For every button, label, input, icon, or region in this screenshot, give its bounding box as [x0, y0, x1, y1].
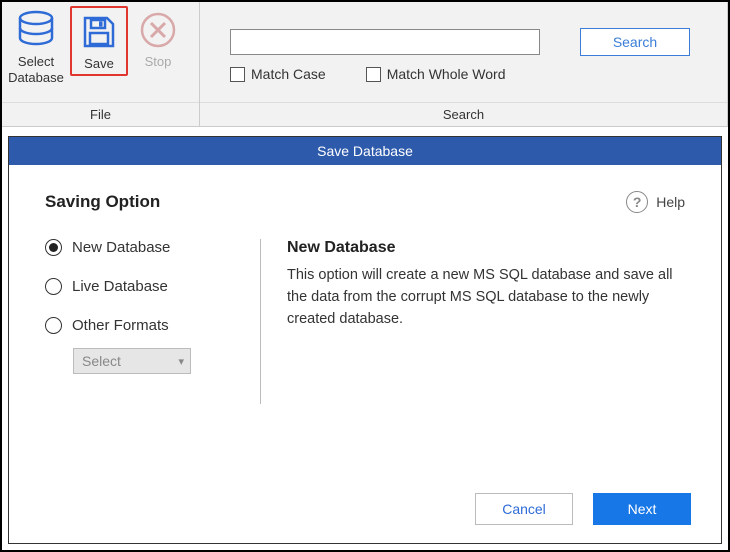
match-case-checkbox[interactable]: Match Case: [230, 66, 326, 82]
radio-label: Live Database: [72, 278, 168, 295]
search-input[interactable]: [230, 29, 540, 55]
select-database-label: Select Database: [4, 54, 68, 85]
search-button[interactable]: Search: [580, 28, 690, 56]
match-whole-checkbox[interactable]: Match Whole Word: [366, 66, 506, 82]
save-label: Save: [84, 56, 114, 72]
database-icon: [14, 8, 58, 52]
stop-button: Stop: [128, 6, 188, 72]
next-button[interactable]: Next: [593, 493, 691, 525]
chevron-down-icon: ▾: [178, 355, 184, 368]
format-select: Select ▾: [73, 348, 191, 374]
checkbox-icon: [230, 67, 245, 82]
radio-icon: [45, 317, 62, 334]
radio-other-formats[interactable]: Other Formats: [45, 317, 240, 334]
select-placeholder: Select: [82, 353, 121, 369]
save-button[interactable]: Save: [70, 6, 128, 76]
cancel-button[interactable]: Cancel: [475, 493, 573, 525]
radio-live-database[interactable]: Live Database: [45, 278, 240, 295]
help-button[interactable]: ? Help: [626, 191, 685, 213]
match-whole-label: Match Whole Word: [387, 66, 506, 82]
radio-label: Other Formats: [72, 317, 169, 334]
option-detail: New Database This option will create a n…: [261, 239, 685, 404]
option-detail-title: New Database: [287, 239, 685, 257]
radio-label: New Database: [72, 239, 170, 256]
stop-icon: [136, 8, 180, 52]
ribbon: Select Database Save: [2, 2, 728, 127]
radio-icon: [45, 278, 62, 295]
help-icon: ?: [626, 191, 648, 213]
match-case-label: Match Case: [251, 66, 326, 82]
select-database-button[interactable]: Select Database: [2, 6, 70, 87]
stop-label: Stop: [145, 54, 172, 70]
save-database-dialog: Save Database Saving Option ? Help New D…: [8, 136, 722, 544]
search-group-label: Search: [200, 102, 727, 126]
saving-option-heading: Saving Option: [45, 192, 160, 212]
checkbox-icon: [366, 67, 381, 82]
file-group: Select Database Save: [2, 2, 200, 126]
dialog-title: Save Database: [9, 137, 721, 165]
file-group-label: File: [2, 102, 199, 126]
save-icon: [77, 10, 121, 54]
option-detail-desc: This option will create a new MS SQL dat…: [287, 265, 685, 330]
options-list: New Database Live Database Other Formats…: [45, 239, 260, 404]
radio-new-database[interactable]: New Database: [45, 239, 240, 256]
search-group: Search Match Case Match Whole Word Searc…: [200, 2, 728, 126]
help-label: Help: [656, 194, 685, 210]
radio-icon: [45, 239, 62, 256]
